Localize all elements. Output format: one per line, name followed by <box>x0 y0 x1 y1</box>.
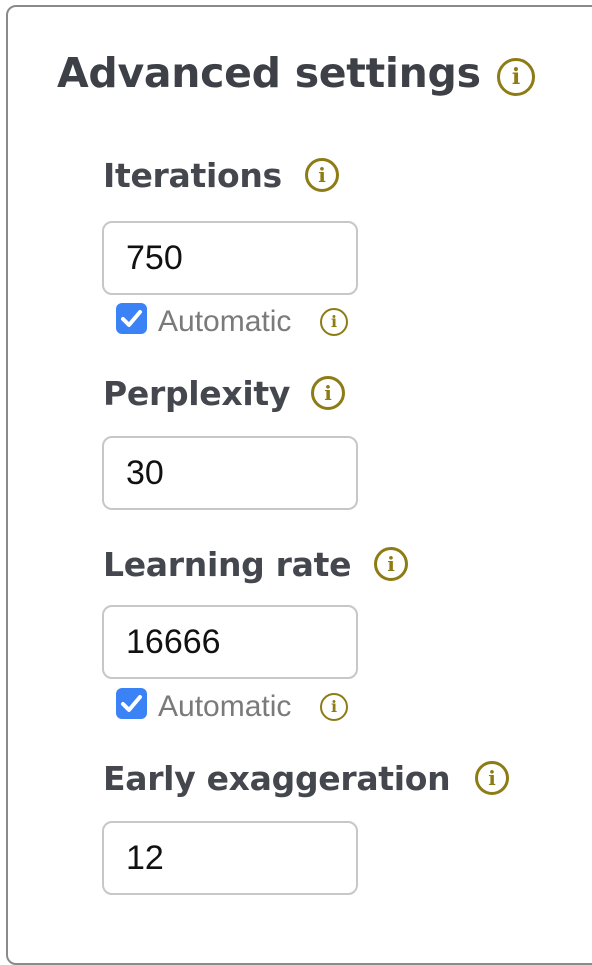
early-exaggeration-info-icon[interactable]: i <box>475 761 509 795</box>
learning-rate-input[interactable] <box>102 605 358 679</box>
learning-rate-label: Learning rate <box>103 545 352 584</box>
early-exaggeration-label: Early exaggeration <box>103 759 451 798</box>
learning-rate-automatic-checkbox[interactable] <box>116 688 147 719</box>
checkmark-icon <box>121 310 142 327</box>
iterations-input[interactable] <box>102 221 358 295</box>
iterations-automatic-checkbox[interactable] <box>116 303 147 334</box>
perplexity-input[interactable] <box>102 436 358 510</box>
title-info-icon[interactable]: i <box>497 58 535 96</box>
perplexity-info-icon[interactable]: i <box>311 376 345 410</box>
panel-title: Advanced settings <box>57 49 481 97</box>
iterations-automatic-info-icon[interactable]: i <box>320 308 348 336</box>
learning-rate-automatic-label[interactable]: Automatic <box>158 689 291 725</box>
iterations-label: Iterations <box>103 156 282 195</box>
learning-rate-info-icon[interactable]: i <box>374 547 408 581</box>
checkmark-icon <box>121 695 142 712</box>
iterations-info-icon[interactable]: i <box>305 158 339 192</box>
perplexity-label: Perplexity <box>103 374 291 413</box>
early-exaggeration-input[interactable] <box>102 821 358 895</box>
iterations-automatic-label[interactable]: Automatic <box>158 304 291 340</box>
learning-rate-automatic-info-icon[interactable]: i <box>320 693 348 721</box>
